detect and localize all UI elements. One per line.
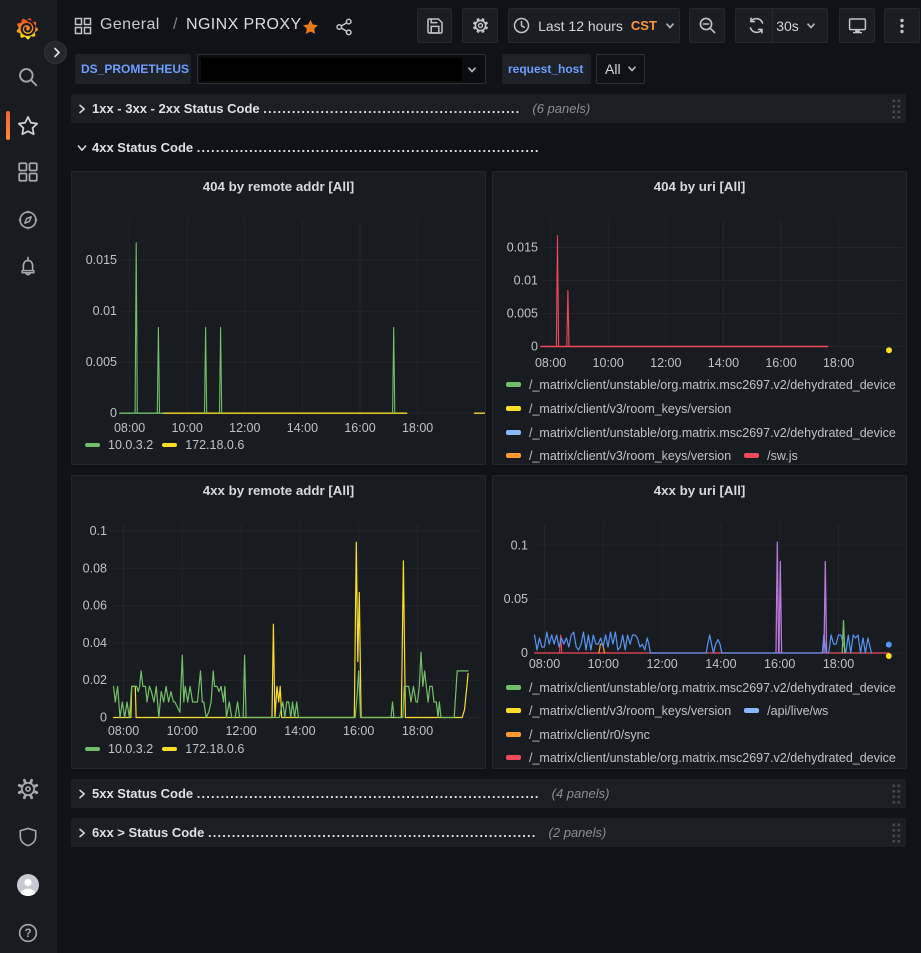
svg-text:08:00: 08:00 [114, 421, 145, 435]
svg-text:0.08: 0.08 [83, 561, 107, 575]
svg-text:08:00: 08:00 [529, 657, 560, 671]
svg-text:14:00: 14:00 [708, 356, 739, 370]
svg-text:0.015: 0.015 [86, 253, 117, 267]
svg-text:0.1: 0.1 [511, 538, 528, 552]
svg-text:0: 0 [100, 711, 107, 725]
svg-text:18:00: 18:00 [823, 356, 854, 370]
svg-text:10:00: 10:00 [588, 657, 619, 671]
svg-text:08:00: 08:00 [535, 356, 566, 370]
svg-text:12:00: 12:00 [225, 724, 256, 738]
svg-text:16:00: 16:00 [764, 657, 795, 671]
svg-text:0.05: 0.05 [504, 592, 528, 606]
svg-text:10:00: 10:00 [167, 724, 198, 738]
svg-text:12:00: 12:00 [646, 657, 677, 671]
svg-text:14:00: 14:00 [287, 421, 318, 435]
svg-text:18:00: 18:00 [823, 657, 854, 671]
svg-text:16:00: 16:00 [343, 724, 374, 738]
svg-text:0.06: 0.06 [83, 599, 107, 613]
svg-text:0: 0 [521, 646, 528, 660]
svg-text:0.005: 0.005 [86, 355, 117, 369]
svg-text:10:00: 10:00 [172, 421, 203, 435]
svg-text:14:00: 14:00 [284, 724, 315, 738]
svg-text:10:00: 10:00 [593, 356, 624, 370]
svg-text:0: 0 [110, 406, 117, 420]
svg-text:0.015: 0.015 [507, 241, 538, 255]
svg-text:?: ? [24, 928, 31, 940]
svg-text:0.01: 0.01 [93, 304, 117, 318]
svg-text:0.1: 0.1 [90, 524, 107, 538]
svg-text:0.04: 0.04 [83, 636, 107, 650]
svg-text:18:00: 18:00 [402, 421, 433, 435]
svg-text:0: 0 [531, 340, 538, 354]
svg-text:0.02: 0.02 [83, 673, 107, 687]
svg-text:18:00: 18:00 [402, 724, 433, 738]
svg-text:0.005: 0.005 [507, 307, 538, 321]
svg-text:12:00: 12:00 [229, 421, 260, 435]
svg-text:16:00: 16:00 [765, 356, 796, 370]
svg-text:14:00: 14:00 [705, 657, 736, 671]
svg-text:16:00: 16:00 [344, 421, 375, 435]
svg-text:08:00: 08:00 [108, 724, 139, 738]
svg-text:12:00: 12:00 [650, 356, 681, 370]
svg-text:0.01: 0.01 [514, 274, 538, 288]
